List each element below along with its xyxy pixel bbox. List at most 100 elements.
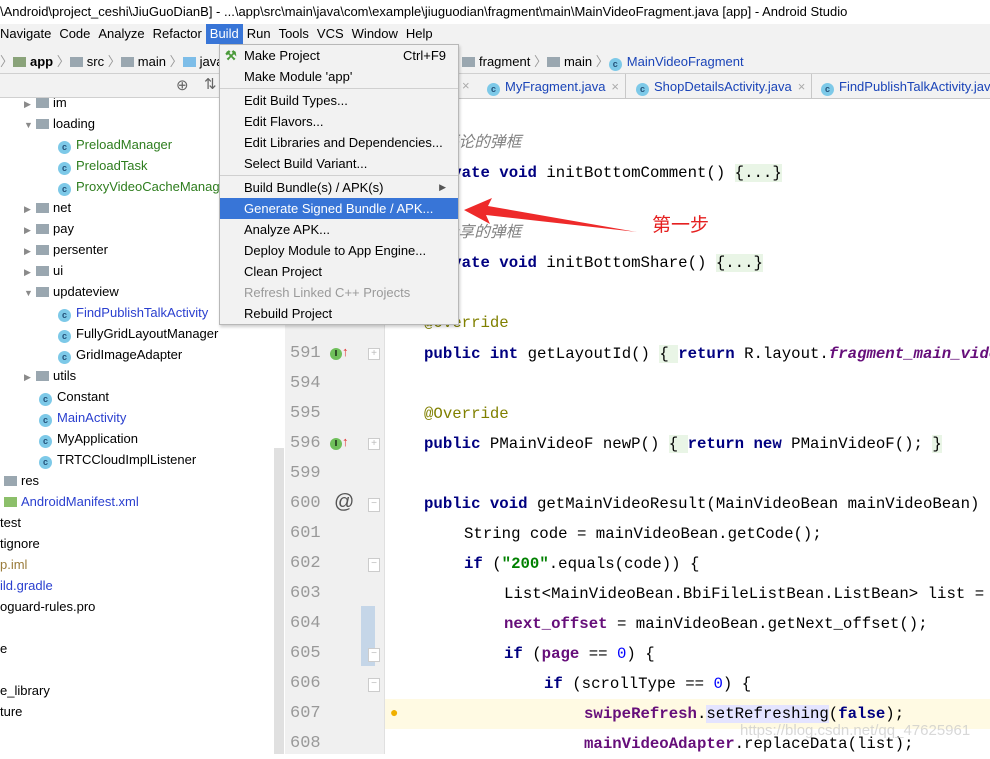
fold-expand-icon[interactable]: + (368, 348, 380, 360)
code-token: getLayoutId() (527, 345, 660, 363)
tree-item-label: MainActivity (57, 410, 127, 425)
tree-item[interactable]: ture (0, 701, 22, 722)
tree-item[interactable]: ▼ loading (24, 113, 95, 134)
expand-right-icon[interactable]: ▶ (24, 220, 36, 241)
menu-item-label: Clean Project (244, 264, 323, 279)
code-token: {...} (715, 254, 763, 272)
tree-item[interactable]: oguard-rules.pro (0, 596, 95, 617)
tree-item[interactable]: c FindPublishTalkActivity (58, 302, 208, 323)
tree-item[interactable]: tignore (0, 533, 40, 554)
menu-item-select-build-variant[interactable]: Select Build Variant... (220, 153, 458, 174)
menu-item-deploy-module-to-app-engine[interactable]: Deploy Module to App Engine... (220, 240, 458, 261)
menu-run[interactable]: Run (243, 24, 275, 44)
menu-item-label: Edit Build Types... (244, 93, 348, 108)
tree-item[interactable]: c MyApplication (39, 428, 138, 449)
crumb-main[interactable]: main (564, 54, 592, 69)
tree-item[interactable]: e (0, 638, 7, 659)
tree-item[interactable]: c GridImageAdapter (58, 344, 182, 365)
menu-item-make-module-app[interactable]: Make Module 'app' (220, 66, 458, 87)
menu-refactor[interactable]: Refactor (149, 24, 206, 44)
tree-item[interactable]: ▼ updateview (24, 281, 119, 302)
tree-item[interactable]: ild.gradle (0, 575, 53, 596)
tree-item-label: persenter (53, 242, 108, 257)
tree-item[interactable]: AndroidManifest.xml (4, 491, 139, 512)
tree-item-label: GridImageAdapter (76, 347, 183, 362)
menu-item-generate-signed-bundle-apk[interactable]: Generate Signed Bundle / APK... (220, 198, 458, 219)
collapse-icon[interactable]: ⇅ (204, 75, 217, 93)
expand-right-icon[interactable]: ▶ (24, 241, 36, 262)
menu-item-analyze-apk[interactable]: Analyze APK... (220, 219, 458, 240)
code-token: return (678, 345, 745, 363)
fold-collapse-icon[interactable]: − (368, 498, 380, 512)
close-icon[interactable]: × (611, 79, 619, 94)
menu-item-label: Edit Flavors... (244, 114, 324, 129)
menu-vcs[interactable]: VCS (313, 24, 348, 44)
implements-icon[interactable]: I ↑ (330, 344, 349, 360)
tree-item[interactable]: c FullyGridLayoutManager (58, 323, 218, 344)
tree-item[interactable]: res (4, 470, 39, 491)
menu-window[interactable]: Window (348, 24, 402, 44)
tree-item[interactable]: ▶ net (24, 197, 71, 218)
code-line: next_offset = mainVideoBean.getNext_offs… (504, 609, 928, 639)
expand-right-icon[interactable]: ▶ (24, 262, 36, 283)
tab-myfragment[interactable]: c MyFragment.java × (481, 74, 627, 99)
tree-item[interactable]: c TRTCCloudImplListener (39, 449, 196, 470)
tab-findpublishtalk[interactable]: c FindPublishTalkActivity.java (815, 74, 990, 99)
tree-item[interactable]: ▶ persenter (24, 239, 108, 260)
menu-analyze[interactable]: Analyze (94, 24, 148, 44)
close-icon[interactable]: × (798, 79, 806, 94)
tree-item[interactable]: ▶ pay (24, 218, 74, 239)
expand-down-icon[interactable]: ▼ (24, 283, 36, 304)
tree-item[interactable]: p.iml (0, 554, 27, 575)
tree-item[interactable]: ▶ utils (24, 365, 76, 386)
menu-item-edit-build-types[interactable]: Edit Build Types... (220, 90, 458, 111)
menu-item-label: Analyze APK... (244, 222, 330, 237)
tree-item[interactable]: e_library (0, 680, 50, 701)
crumb-app[interactable]: app (30, 54, 53, 69)
fold-collapse-icon[interactable]: − (368, 648, 380, 662)
at-icon[interactable]: @ (334, 491, 354, 514)
tab-label: FindPublishTalkActivity.java (839, 79, 990, 94)
line-number: 604 (290, 614, 321, 633)
menu-item-rebuild-project[interactable]: Rebuild Project (220, 303, 458, 324)
tree-item-label: updateview (53, 284, 119, 299)
implements-icon[interactable]: I ↑ (330, 434, 349, 450)
menu-build[interactable]: Build (205, 24, 243, 44)
expand-right-icon[interactable]: ▶ (24, 367, 36, 388)
tree-item[interactable]: c ProxyVideoCacheManager (58, 176, 231, 197)
tree-item[interactable]: c PreloadManager (58, 134, 172, 155)
crumb-main[interactable]: main (138, 54, 166, 69)
crumb-src[interactable]: src (87, 54, 104, 69)
expand-right-icon[interactable]: ▶ (24, 199, 36, 220)
tree-scrollbar[interactable] (274, 448, 284, 754)
menu-item-edit-libraries-and-dependencies[interactable]: Edit Libraries and Dependencies... (220, 132, 458, 153)
crumb-class[interactable]: MainVideoFragment (627, 54, 744, 69)
menu-item-build-bundle-s-apk-s[interactable]: Build Bundle(s) / APK(s) ▶ (220, 177, 458, 198)
menu-item-clean-project[interactable]: Clean Project (220, 261, 458, 282)
class-icon: c (58, 183, 71, 196)
fold-collapse-icon[interactable]: − (368, 558, 380, 572)
tab-shopdetails[interactable]: c ShopDetailsActivity.java × (630, 74, 813, 99)
tree-item[interactable]: ▶ ui (24, 260, 63, 281)
code-token: setRefreshing (706, 705, 829, 723)
crumb-fragment[interactable]: fragment (479, 54, 530, 69)
tree-item[interactable]: c PreloadTask (58, 155, 148, 176)
tree-item[interactable]: test (0, 512, 21, 533)
tree-item[interactable]: c Constant (39, 386, 109, 407)
expand-down-icon[interactable]: ▼ (24, 115, 36, 136)
menu-item-make-project[interactable]: ⚒ Make Project Ctrl+F9 (220, 45, 458, 66)
bulb-icon[interactable]: ● (390, 704, 398, 720)
tree-item[interactable]: c MainActivity (39, 407, 126, 428)
menu-item-edit-flavors[interactable]: Edit Flavors... (220, 111, 458, 132)
menu-help[interactable]: Help (402, 24, 437, 44)
locate-icon[interactable]: ⊕ (176, 76, 189, 94)
line-number: 608 (290, 734, 321, 753)
menu-code[interactable]: Code (55, 24, 94, 44)
menu-navigate[interactable]: Navigate (0, 24, 55, 44)
fold-collapse-icon[interactable]: − (368, 678, 380, 692)
close-icon[interactable]: × (462, 78, 470, 93)
code-token: 0 (713, 675, 723, 693)
menu-item-refresh-linked-c-projects[interactable]: Refresh Linked C++ Projects (220, 282, 458, 303)
fold-expand-icon[interactable]: + (368, 438, 380, 450)
menu-tools[interactable]: Tools (275, 24, 313, 44)
